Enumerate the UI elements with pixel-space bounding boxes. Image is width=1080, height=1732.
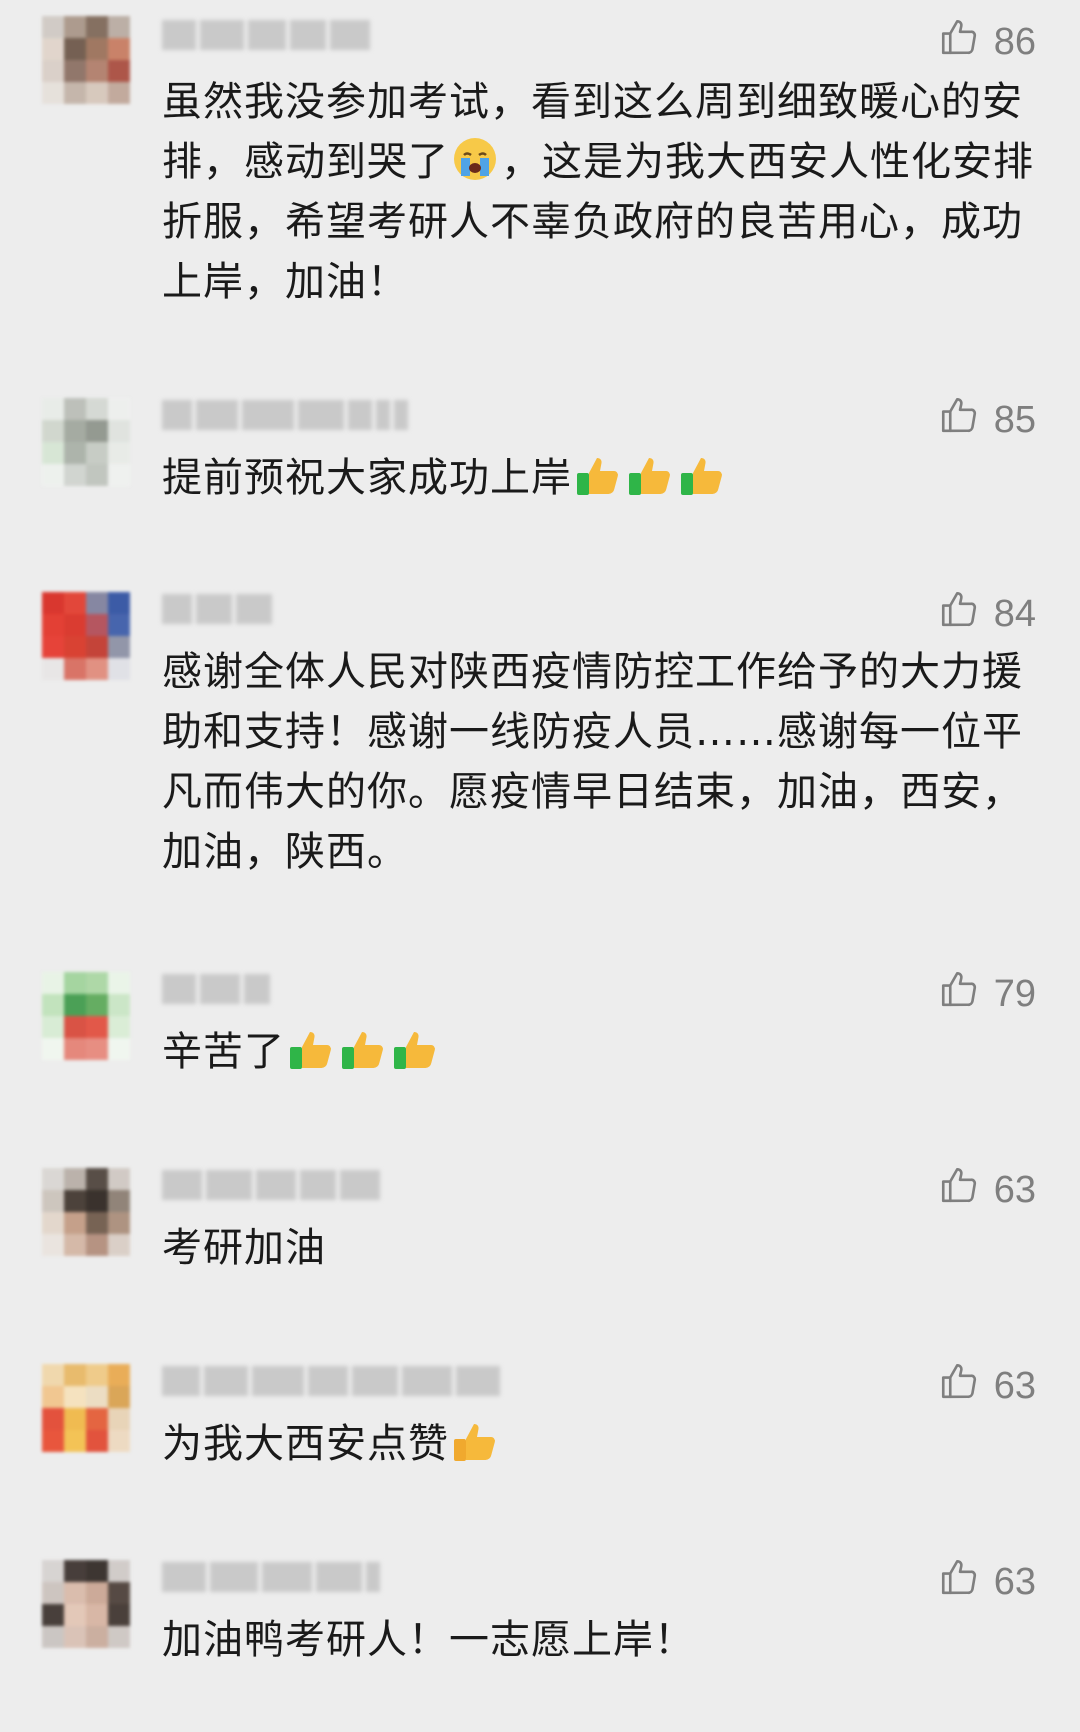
- like-count: 84: [993, 592, 1036, 635]
- like-count: 63: [993, 1168, 1036, 1211]
- username-redacted[interactable]: [162, 400, 412, 438]
- like-button[interactable]: 86: [938, 16, 1036, 68]
- username-redacted[interactable]: [162, 594, 276, 632]
- like-count: 63: [993, 1560, 1036, 1603]
- comment-text-part: 为我大西安点赞: [162, 1421, 449, 1467]
- avatar[interactable]: [42, 1168, 130, 1256]
- avatar[interactable]: [42, 1560, 130, 1648]
- avatar[interactable]: [42, 16, 130, 104]
- like-button[interactable]: 63: [938, 1164, 1036, 1216]
- comment-text-part: 辛苦了: [162, 1029, 285, 1075]
- username-redacted[interactable]: [162, 1562, 384, 1600]
- thumbs-up-icon: [391, 1025, 439, 1073]
- thumbs-up-outline-icon: [938, 1556, 980, 1608]
- comment-text-part: 感谢全体人民对陕西疫情防控工作给予的大力援助和支持！感谢一线防疫人员……感谢每一…: [162, 649, 1023, 875]
- comment-text: 虽然我没参加考试，看到这么周到细致暖心的安排，感动到哭了 ，这是为我大西安人性化安…: [162, 72, 1038, 312]
- like-button[interactable]: 63: [938, 1360, 1036, 1412]
- avatar[interactable]: [42, 1364, 130, 1452]
- username-redacted[interactable]: [162, 1366, 504, 1404]
- comment-text: 提前预祝大家成功上岸: [162, 448, 1038, 508]
- username-redacted[interactable]: [162, 974, 274, 1012]
- like-button[interactable]: 63: [938, 1556, 1036, 1608]
- thumbs-up-outline-icon: [938, 968, 980, 1020]
- thumbs-up-icon: [626, 451, 674, 499]
- thumbs-up-icon: [678, 451, 726, 499]
- comment-text: 加油鸭考研人！一志愿上岸！: [162, 1610, 1038, 1670]
- username-redacted[interactable]: [162, 1170, 384, 1208]
- comment-text: 辛苦了: [162, 1022, 1038, 1082]
- like-count: 63: [993, 1364, 1036, 1407]
- thumbs-up-outline-icon: [938, 394, 980, 446]
- thumbs-up-outline-icon: [938, 1164, 980, 1216]
- like-count: 79: [993, 972, 1036, 1015]
- thumbs-up-icon: [451, 1417, 499, 1465]
- avatar[interactable]: [42, 592, 130, 680]
- comment-text: 为我大西安点赞: [162, 1414, 1038, 1474]
- comment-text-part: 提前预祝大家成功上岸: [162, 455, 572, 501]
- like-button[interactable]: 84: [938, 588, 1036, 640]
- avatar[interactable]: [42, 972, 130, 1060]
- thumbs-up-outline-icon: [938, 16, 980, 68]
- thumbs-up-outline-icon: [938, 588, 980, 640]
- thumbs-up-icon: [339, 1025, 387, 1073]
- comment-text: 考研加油: [162, 1218, 1038, 1278]
- thumbs-up-outline-icon: [938, 1360, 980, 1412]
- thumbs-up-icon: [574, 451, 622, 499]
- crying-face-icon: [451, 135, 499, 183]
- comment-text: 感谢全体人民对陕西疫情防控工作给予的大力援助和支持！感谢一线防疫人员……感谢每一…: [162, 642, 1038, 882]
- avatar[interactable]: [42, 398, 130, 486]
- like-count: 86: [993, 20, 1036, 63]
- thumbs-up-icon: [287, 1025, 335, 1073]
- like-count: 85: [993, 398, 1036, 441]
- like-button[interactable]: 79: [938, 968, 1036, 1020]
- comment-text-part: 加油鸭考研人！一志愿上岸！: [162, 1617, 695, 1663]
- comment-text-part: 考研加油: [162, 1225, 326, 1271]
- username-redacted[interactable]: [162, 20, 374, 58]
- like-button[interactable]: 85: [938, 394, 1036, 446]
